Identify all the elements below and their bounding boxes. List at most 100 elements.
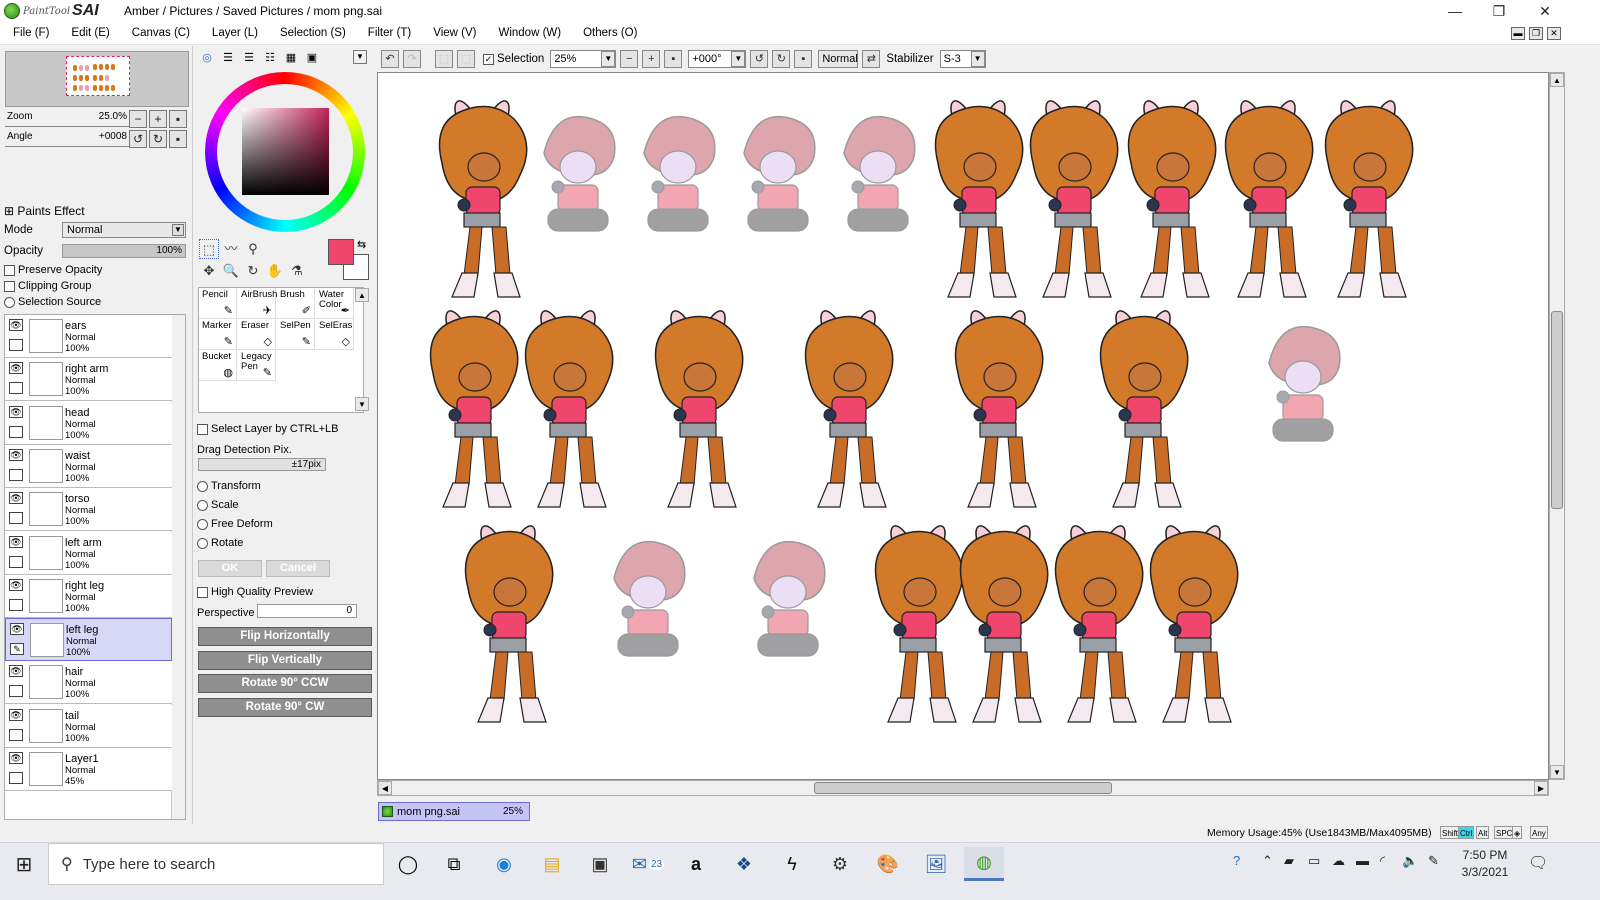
layer-row[interactable]: 👁 hair Normal 100% [5, 661, 172, 705]
mail-icon[interactable]: ✉ 23 [628, 847, 668, 881]
layer-lock-box[interactable] [9, 468, 23, 481]
help-icon[interactable]: ? [1233, 853, 1240, 868]
canvas-blend-mode-button[interactable]: Normal [818, 50, 859, 68]
zoom-slider[interactable]: Zoom 25.0% [5, 110, 129, 127]
paints-effect-header[interactable]: ⊞ Paints Effect [4, 204, 85, 218]
document-tab[interactable]: mom png.sai 25% [378, 802, 530, 821]
brush-pencil[interactable]: Pencil ✎ [199, 288, 237, 319]
layer-row[interactable]: 👁 ears Normal 100% [5, 315, 172, 358]
eye-icon[interactable]: 👁 [9, 535, 23, 548]
layer-lock-box[interactable] [9, 382, 23, 395]
mdi-minimize-button[interactable]: ▬ [1511, 27, 1525, 40]
hsv-slider-tab-icon[interactable]: ☰ [240, 50, 258, 66]
transform-radio[interactable]: Transform [197, 480, 261, 492]
rotate-view-icon[interactable]: ↻ [243, 261, 263, 281]
zoom-in-button[interactable]: + [149, 110, 167, 128]
cortana-icon[interactable]: ◯ [388, 847, 428, 881]
rotate-right-button[interactable]: ↻ [149, 130, 167, 148]
painttool-sai-taskbar-icon[interactable]: ◍ [964, 847, 1004, 881]
brush-water-color[interactable]: Water Color ✒ [316, 288, 354, 319]
layer-row[interactable]: 👁 tail Normal 100% [5, 704, 172, 748]
swatches-tab-icon[interactable]: ▦ [282, 50, 300, 66]
layer-lock-box[interactable] [9, 425, 23, 438]
taskbar-search-input[interactable]: ⚲ Type here to search [48, 843, 384, 885]
vertical-scroll-thumb[interactable] [1551, 311, 1563, 509]
taskbar-clock[interactable]: 7:50 PM 3/3/2021 [1446, 847, 1524, 881]
eye-icon[interactable]: 👁 [9, 448, 23, 461]
windows-start-icon[interactable]: ⊞ [0, 843, 48, 885]
settings-gear-icon[interactable]: ⚙ [820, 847, 860, 881]
layer-row[interactable]: 👁 head Normal 100% [5, 401, 172, 445]
brush-legacy-pen[interactable]: Legacy Pen ✎ [238, 350, 276, 381]
select-layer-ctrl-checkbox[interactable]: Select Layer by CTRL+LB [197, 423, 338, 435]
brush-airbrush[interactable]: AirBrush ✈ [238, 288, 277, 319]
panel-menu-icon[interactable]: ▼ [353, 50, 367, 64]
intermediate-color-tab-icon[interactable]: ☷ [261, 50, 279, 66]
layer-row[interactable]: 👁 waist Normal 100% [5, 444, 172, 488]
layer-row[interactable]: 👁 right arm Normal 100% [5, 358, 172, 402]
selection-source-radio[interactable]: Selection Source [4, 296, 101, 308]
flip-vertically-button[interactable]: Flip Vertically [198, 651, 372, 670]
eye-icon[interactable]: 👁 [9, 362, 23, 375]
microsoft-store-icon[interactable]: ▣ [580, 847, 620, 881]
wifi-icon[interactable]: ◜ [1380, 853, 1385, 869]
flip-view-icon[interactable]: ⇄ [862, 50, 881, 68]
hand-icon[interactable]: ✋ [265, 261, 285, 281]
scroll-up-icon[interactable]: ▲ [1550, 73, 1564, 87]
drawing-canvas[interactable] [377, 72, 1549, 780]
menu-others[interactable]: Others (O) [570, 27, 646, 39]
flip-horizontally-button[interactable]: Flip Horizontally [198, 627, 372, 646]
layer-lock-box[interactable] [9, 339, 23, 351]
mdi-restore-button[interactable]: ❐ [1529, 27, 1543, 40]
canvas-zoom-reset-icon[interactable]: ▪ [664, 50, 683, 68]
eye-icon[interactable]: 👁 [9, 665, 23, 678]
brush-scroll-up-icon[interactable]: ▲ [355, 288, 369, 302]
rect-select-icon[interactable]: ⬚ [199, 239, 219, 259]
dropbox-icon[interactable]: ❖ [724, 847, 764, 881]
horizontal-scroll-thumb[interactable] [814, 782, 1112, 794]
rotate-reset-button[interactable]: ▪ [169, 130, 187, 148]
menu-canvas[interactable]: Canvas (C) [119, 27, 199, 39]
menu-window[interactable]: Window (W) [485, 27, 570, 39]
canvas-angle-select[interactable]: +000° ▼ [688, 50, 747, 68]
eyedropper-icon[interactable]: ⚗ [287, 261, 307, 281]
move-icon[interactable]: ✥ [199, 261, 219, 281]
undo-icon[interactable]: ↶ [381, 50, 399, 68]
brush-scroll-down-icon[interactable]: ▼ [355, 397, 369, 411]
free-deform-radio[interactable]: Free Deform [197, 518, 273, 530]
layer-lock-box[interactable] [9, 685, 23, 698]
angle-slider[interactable]: Angle +0008 [5, 130, 129, 147]
high-quality-preview-checkbox[interactable]: High Quality Preview [197, 586, 313, 598]
task-view-icon[interactable]: ⧉ [434, 847, 474, 881]
layer-row[interactable]: 👁 left arm Normal 100% [5, 531, 172, 575]
battery-icon[interactable]: ▬ [1356, 853, 1369, 868]
canvas-rotate-reset-icon[interactable]: ▪ [794, 50, 813, 68]
brush-eraser[interactable]: Eraser ◇ [238, 319, 276, 350]
scale-radio[interactable]: Scale [197, 499, 239, 511]
layer-row[interactable]: 👁 right leg Normal 100% [5, 574, 172, 618]
layer-lock-box[interactable] [9, 598, 23, 611]
blend-mode-select[interactable]: Normal ▼ [62, 222, 186, 238]
onedrive-icon[interactable]: ☁ [1332, 853, 1345, 869]
brush-brush[interactable]: Brush ✐ [277, 288, 315, 319]
foreground-color-swatch[interactable] [328, 239, 354, 265]
menu-layer[interactable]: Layer (L) [199, 27, 267, 39]
color-wheel-tab-icon[interactable]: ◎ [198, 50, 216, 66]
brush-marker[interactable]: Marker ✎ [199, 319, 237, 350]
swap-colors-icon[interactable]: ⇆ [357, 238, 366, 251]
tray-display-icon[interactable]: ▭ [1308, 853, 1320, 869]
rgb-slider-tab-icon[interactable]: ☰ [219, 50, 237, 66]
zoom-out-button[interactable]: − [129, 110, 147, 128]
canvas-zoom-in-icon[interactable]: + [642, 50, 661, 68]
navigator-thumbnail[interactable] [66, 56, 130, 96]
brush-seleras[interactable]: SelEras ◇ [316, 319, 354, 350]
rotate-cw-button[interactable]: Rotate 90° CW [198, 698, 372, 717]
saturation-value-square[interactable] [242, 108, 329, 195]
layer-lock-box[interactable] [9, 512, 23, 525]
menu-view[interactable]: View (V) [420, 27, 485, 39]
eye-icon[interactable]: 👁 [9, 319, 23, 331]
magic-wand-icon[interactable]: ⚲ [243, 239, 263, 259]
eye-icon[interactable]: 👁 [9, 578, 23, 591]
eye-icon[interactable]: 👁 [10, 623, 24, 636]
navigator-preview[interactable] [5, 51, 189, 107]
